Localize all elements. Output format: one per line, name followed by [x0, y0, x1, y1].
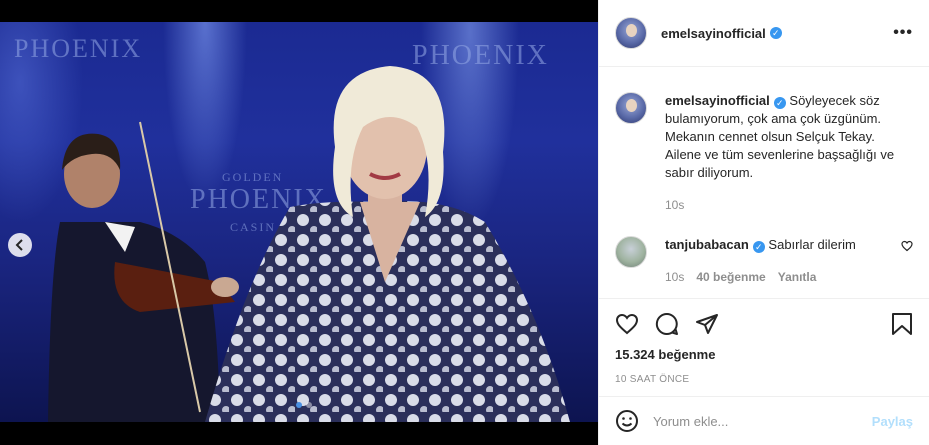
post-sidebar: emelsayinofficial ✓ ••• emelsayinofficia…: [598, 0, 929, 445]
post-comment-button[interactable]: Paylaş: [872, 414, 913, 429]
comment-icon[interactable]: [655, 312, 679, 336]
reply-button[interactable]: Yanıtla: [778, 268, 817, 286]
post-header: emelsayinofficial ✓ •••: [599, 0, 929, 67]
post-photo[interactable]: PHOENIX PHOENIX GOLDEN PHOENIX CASIN: [0, 22, 598, 422]
comment-like-icon[interactable]: [901, 240, 913, 252]
emoji-icon[interactable]: [615, 409, 639, 433]
heart-icon[interactable]: [615, 312, 639, 336]
comment-meta: 10s 40 beğenme Yanıtla: [665, 268, 885, 286]
verified-badge-icon: ✓: [773, 97, 786, 109]
bookmark-icon[interactable]: [891, 312, 913, 336]
share-icon[interactable]: [695, 312, 719, 336]
comment-likes[interactable]: 40 beğenme: [696, 268, 765, 286]
comment-body: tanjubabacan ✓ Sabırlar dilerim 10s 40 be…: [665, 236, 885, 286]
carousel-dot-active: [296, 402, 302, 408]
caption-body: emelsayinofficial ✓ Söyleyecek söz bulamı…: [665, 92, 905, 214]
comment-input[interactable]: [653, 413, 872, 429]
backdrop-text-1: PHOENIX: [14, 34, 143, 63]
caption-time[interactable]: 10s: [665, 196, 684, 214]
chevron-left-icon: [15, 239, 23, 251]
caption: emelsayinofficial ✓ Söyleyecek söz bulamı…: [615, 92, 913, 214]
commenter-username[interactable]: tanjubabacan: [665, 237, 749, 252]
more-options-icon[interactable]: •••: [893, 24, 913, 42]
comment-time[interactable]: 10s: [665, 268, 684, 286]
verified-badge-icon: ✓: [752, 241, 765, 253]
comments-list: emelsayinofficial ✓ Söyleyecek söz bulamı…: [599, 68, 929, 298]
photo-pane: PHOENIX PHOENIX GOLDEN PHOENIX CASIN: [0, 0, 598, 445]
comment-text: Sabırlar dilerim: [768, 237, 856, 252]
likes-count[interactable]: 15.324 beğenme: [615, 347, 913, 362]
carousel-dot: [306, 402, 312, 408]
post-time[interactable]: 10 SAAT ÖNCE: [615, 374, 913, 385]
comment-item: tanjubabacan ✓ Sabırlar dilerim 10s 40 be…: [615, 236, 913, 286]
previous-image-button[interactable]: [8, 233, 32, 257]
author-avatar[interactable]: [615, 17, 647, 49]
commenter-avatar[interactable]: [615, 236, 647, 268]
carousel-dots: [296, 402, 312, 408]
singer-figure: [205, 66, 570, 422]
caption-username[interactable]: emelsayinofficial: [665, 93, 770, 108]
action-icons: [615, 311, 913, 337]
add-comment-bar: Paylaş: [599, 396, 929, 445]
caption-avatar[interactable]: [615, 92, 647, 124]
verified-badge-icon: ✓: [769, 27, 782, 39]
post-actions: 15.324 beğenme 10 SAAT ÖNCE: [599, 298, 929, 385]
caption-meta: 10s: [665, 196, 905, 214]
author-username[interactable]: emelsayinofficial: [661, 26, 766, 41]
